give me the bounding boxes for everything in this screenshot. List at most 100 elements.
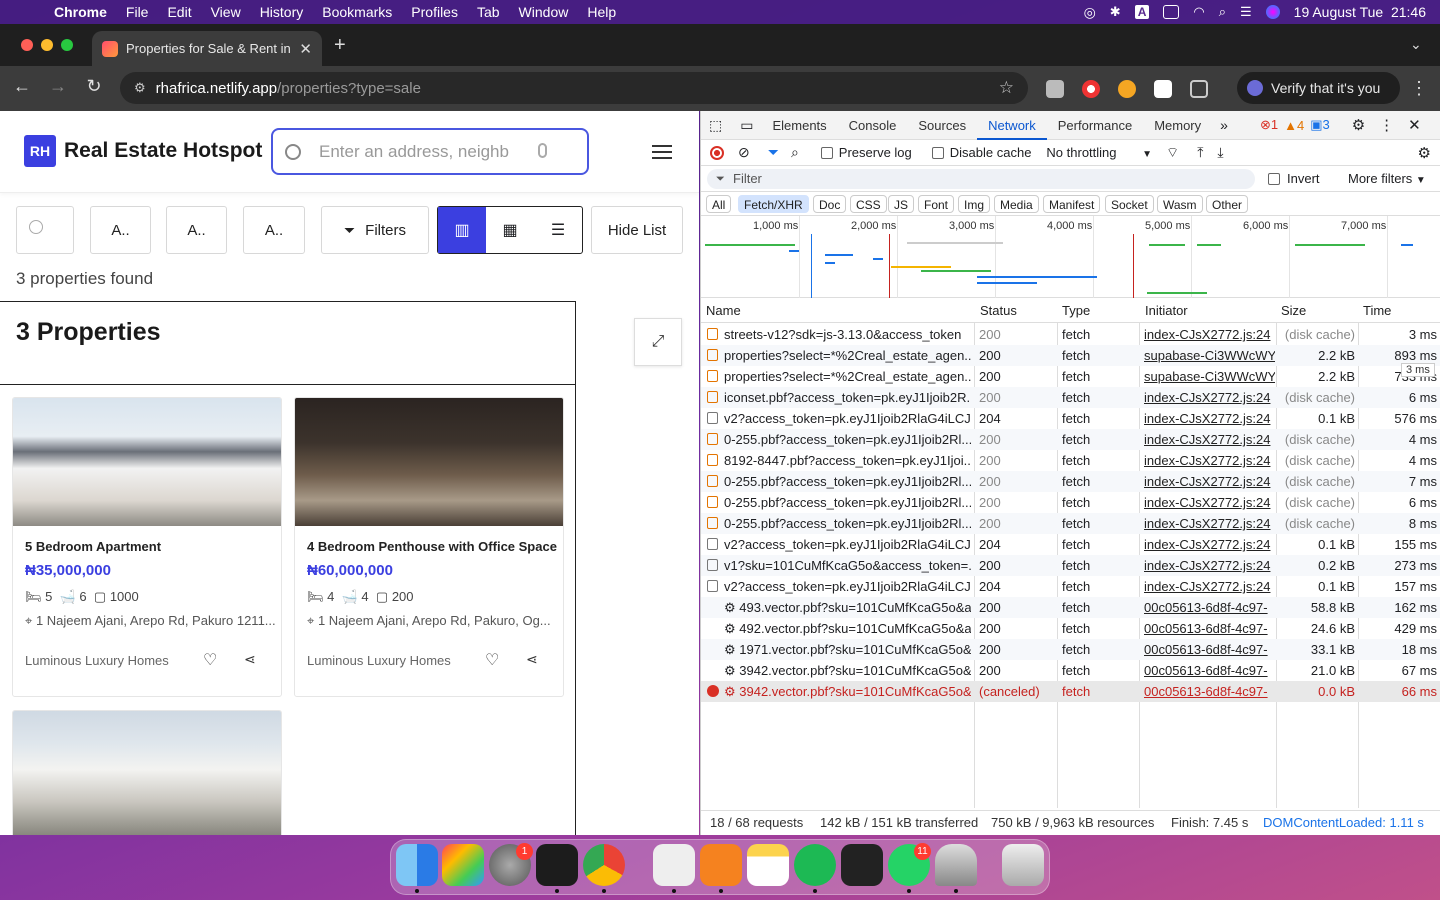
menu-view[interactable]: View <box>211 4 241 20</box>
share-icon[interactable]: ⋖ <box>244 651 256 668</box>
menu-history[interactable]: History <box>260 4 304 20</box>
menu-window[interactable]: Window <box>519 4 569 20</box>
request-row[interactable]: 0-255.pbf?access_token=pk.eyJ1Ijoib2Rl..… <box>701 471 1440 492</box>
request-name[interactable]: 8192-8447.pbf?access_token=pk.eyJ1Ijoi..… <box>724 450 971 471</box>
battery-icon[interactable] <box>1163 5 1180 19</box>
type-fetch-xhr[interactable]: Fetch/XHR <box>738 195 809 213</box>
request-initiator[interactable]: index-CJsX2772.js:24 <box>1144 534 1275 555</box>
clear-icon[interactable]: ⊘ <box>738 144 750 161</box>
filter-dropdown-3[interactable]: A.. <box>243 206 305 254</box>
request-name[interactable]: ⚙ 492.vector.pbf?sku=101CuMfKcaG5o&a... <box>724 618 971 639</box>
request-initiator[interactable]: index-CJsX2772.js:24 <box>1144 555 1275 576</box>
column-header-size[interactable]: Size <box>1281 303 1306 318</box>
request-row[interactable]: ⚙ 493.vector.pbf?sku=101CuMfKcaG5o&a... 2… <box>701 597 1440 618</box>
address-bar[interactable]: ⚙ rhafrica.netlify.app/properties?type=s… <box>120 72 1028 104</box>
property-title[interactable]: 4 Bedroom Penthouse with Office Space <box>307 539 557 554</box>
agency-name[interactable]: Luminous Luxury Homes <box>25 653 169 668</box>
menu-help[interactable]: Help <box>587 4 616 20</box>
hide-list-button[interactable]: Hide List <box>591 206 683 254</box>
map-view-icon[interactable]: ▥ <box>438 207 486 253</box>
request-initiator[interactable]: index-CJsX2772.js:24 <box>1144 492 1275 513</box>
request-row[interactable]: ⚙ 3942.vector.pbf?sku=101CuMfKcaG5o&... (… <box>701 681 1440 702</box>
close-window-button[interactable] <box>21 39 33 51</box>
property-card[interactable] <box>12 710 282 835</box>
tab-sources[interactable]: Sources <box>907 111 977 140</box>
message-count[interactable]: ▣3 <box>1310 117 1330 133</box>
favorite-heart-icon[interactable]: ♡ <box>203 650 217 670</box>
grid-view-icon[interactable]: ▦ <box>486 207 534 253</box>
minimize-window-button[interactable] <box>41 39 53 51</box>
request-name[interactable]: properties?select=*%2Creal_estate_agen..… <box>724 366 971 387</box>
filter-input[interactable]: ⏷ Filter <box>707 169 1255 189</box>
request-row[interactable]: iconset.pbf?access_token=pk.eyJ1Ijoib2R.… <box>701 387 1440 408</box>
request-name[interactable]: v2?access_token=pk.eyJ1Ijoib2RlaG4iLCJ..… <box>724 408 971 429</box>
warning-count[interactable]: ▲4 <box>1284 118 1304 133</box>
request-name[interactable]: ⚙ 1971.vector.pbf?sku=101CuMfKcaG5o&... <box>724 639 971 660</box>
input-source-icon[interactable]: A <box>1134 5 1150 19</box>
request-initiator[interactable]: index-CJsX2772.js:24 <box>1144 471 1275 492</box>
column-header-name[interactable]: Name <box>706 303 741 318</box>
request-row[interactable]: v2?access_token=pk.eyJ1Ijoib2RlaG4iLCJ..… <box>701 408 1440 429</box>
request-name[interactable]: streets-v12?sdk=js-3.13.0&access_token <box>724 324 971 345</box>
menu-app-name[interactable]: Chrome <box>54 4 107 20</box>
type-other[interactable]: Other <box>1206 195 1249 213</box>
request-initiator[interactable]: index-CJsX2772.js:24 <box>1144 513 1275 534</box>
menu-edit[interactable]: Edit <box>167 4 191 20</box>
type-wasm[interactable]: Wasm <box>1157 195 1203 213</box>
request-initiator[interactable]: index-CJsX2772.js:24 <box>1144 576 1275 597</box>
menu-file[interactable]: File <box>126 4 149 20</box>
request-initiator[interactable]: index-CJsX2772.js:24 <box>1144 408 1275 429</box>
request-name[interactable]: 0-255.pbf?access_token=pk.eyJ1Ijoib2Rl..… <box>724 471 971 492</box>
finder-icon[interactable] <box>396 844 438 886</box>
control-center-icon[interactable]: ☰ <box>1240 4 1252 20</box>
preserve-log-checkbox[interactable] <box>820 146 833 159</box>
network-overview-timeline[interactable]: 1,000 ms 2,000 ms 3,000 ms 4,000 ms 5,00… <box>701 216 1440 298</box>
menu-bookmarks[interactable]: Bookmarks <box>322 4 392 20</box>
settings-gear-icon[interactable]: ⚙ <box>1352 116 1365 134</box>
creative-cloud-icon[interactable]: ◎ <box>1084 4 1096 21</box>
request-name[interactable]: 0-255.pbf?access_token=pk.eyJ1Ijoib2Rl..… <box>724 513 971 534</box>
clock[interactable]: 19 August Tue 21:46 <box>1294 4 1426 20</box>
request-row[interactable]: v1?sku=101CuMfKcaG5o&access_token=... 200… <box>701 555 1440 576</box>
request-initiator[interactable]: 00c05613-6d8f-4c97- <box>1144 660 1275 681</box>
camera-extension-icon[interactable] <box>1046 80 1064 98</box>
column-header-type[interactable]: Type <box>1062 303 1090 318</box>
microphone-icon[interactable] <box>538 143 547 158</box>
chrome-icon[interactable] <box>583 844 625 886</box>
notes-icon[interactable] <box>747 844 789 886</box>
request-initiator[interactable]: index-CJsX2772.js:24 <box>1144 324 1275 345</box>
bluetooth-icon[interactable]: ✱ <box>1110 4 1121 20</box>
ui-extension-icon[interactable] <box>1154 80 1172 98</box>
wifi-icon[interactable]: ◠ <box>1193 4 1204 20</box>
column-header-status[interactable]: Status <box>980 303 1017 318</box>
column-header-time[interactable]: Time <box>1363 303 1391 318</box>
spotify-icon[interactable] <box>794 844 836 886</box>
zoom-window-button[interactable] <box>61 39 73 51</box>
request-row[interactable]: 0-255.pbf?access_token=pk.eyJ1Ijoib2Rl..… <box>701 429 1440 450</box>
terminal-icon[interactable] <box>536 844 578 886</box>
filter-funnel-icon[interactable]: ⏷ <box>768 144 779 161</box>
more-filters-dropdown[interactable]: More filters ▼ <box>1348 171 1426 186</box>
tab-network[interactable]: Network <box>977 111 1047 140</box>
more-tabs-icon[interactable]: » <box>1212 117 1236 133</box>
request-name[interactable]: 0-255.pbf?access_token=pk.eyJ1Ijoib2Rl..… <box>724 492 971 513</box>
spotlight-icon[interactable]: ⌕ <box>1219 4 1226 20</box>
property-title[interactable]: 5 Bedroom Apartment <box>25 539 161 554</box>
list-view-icon[interactable]: ☰ <box>534 207 582 253</box>
device-toolbar-icon[interactable]: ▭ <box>732 117 761 134</box>
menu-profiles[interactable]: Profiles <box>411 4 458 20</box>
site-logo[interactable]: RH <box>24 135 56 167</box>
request-initiator[interactable]: index-CJsX2772.js:24 <box>1144 429 1275 450</box>
reload-icon[interactable]: ↻ <box>82 76 106 97</box>
type-img[interactable]: Img <box>958 195 991 213</box>
pokeball-extension-icon[interactable] <box>1082 80 1100 98</box>
request-initiator[interactable]: 00c05613-6d8f-4c97- <box>1144 597 1275 618</box>
devtools-menu-icon[interactable]: ⋮ <box>1379 116 1394 134</box>
request-row[interactable]: ⚙ 1971.vector.pbf?sku=101CuMfKcaG5o&... 2… <box>701 639 1440 660</box>
request-initiator[interactable]: supabase-Ci3WWcWY.js <box>1144 345 1275 366</box>
throttling-select[interactable]: No throttling ▼ <box>1046 145 1152 160</box>
request-name[interactable]: v2?access_token=pk.eyJ1Ijoib2RlaG4iLCJ..… <box>724 534 971 555</box>
sublime-text-icon[interactable] <box>700 844 742 886</box>
tab-console[interactable]: Console <box>838 111 908 140</box>
request-row[interactable]: properties?select=*%2Creal_estate_agen..… <box>701 366 1440 387</box>
